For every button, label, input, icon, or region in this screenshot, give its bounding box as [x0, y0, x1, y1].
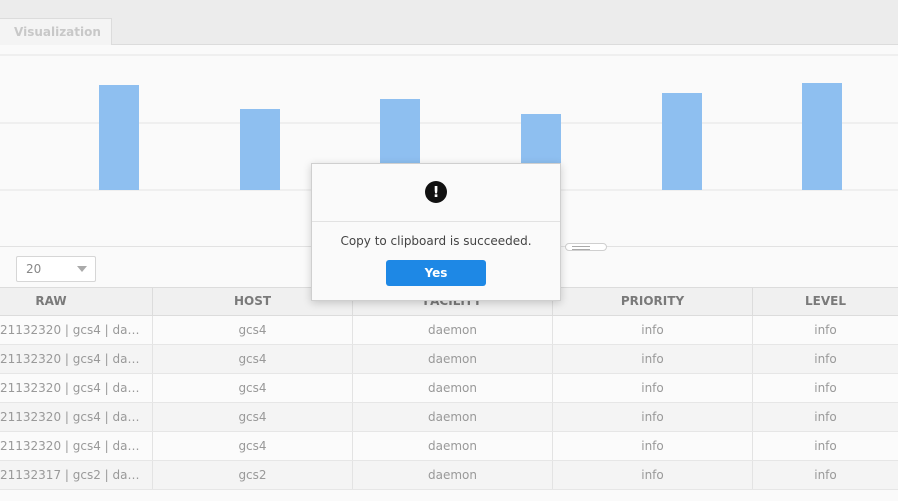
dialog-header: ! [312, 164, 560, 222]
cell-facility: daemon [353, 345, 553, 373]
cell-facility: daemon [353, 403, 553, 431]
chart-bar[interactable] [240, 109, 280, 190]
page-size-select[interactable]: 20 [16, 256, 96, 282]
cell-raw: 21132320 | gcs4 | daem… [0, 316, 153, 344]
cell-raw: 21132320 | gcs4 | daem… [0, 403, 153, 431]
cell-host: gcs4 [153, 403, 353, 431]
chevron-down-icon [77, 266, 87, 272]
table-row[interactable]: 21132320 | gcs4 | daem… gcs4 daemon info inf… [0, 403, 898, 432]
cell-level: info [814, 352, 837, 366]
table-row[interactable]: 21132320 | gcs4 | daem… gcs4 daemon info inf… [0, 345, 898, 374]
cell-priority: info [553, 345, 753, 373]
cell-priority: info [553, 461, 753, 489]
chart-bar[interactable] [99, 85, 139, 190]
log-table: RAW HOST FACILITY PRIORITY LEVEL 2113232… [0, 287, 898, 490]
cell-raw: 21132320 | gcs4 | daem… [0, 432, 153, 460]
cell-facility: daemon [353, 316, 553, 344]
cell-host: gcs4 [153, 345, 353, 373]
column-header-level[interactable]: LEVEL [753, 288, 898, 315]
cell-host: gcs4 [153, 316, 353, 344]
page-size-value: 20 [26, 262, 42, 276]
yes-button[interactable]: Yes [386, 260, 486, 286]
table-body: 21132320 | gcs4 | daem… gcs4 daemon info inf… [0, 316, 898, 490]
cell-priority: info [553, 374, 753, 402]
chart-bar[interactable] [802, 83, 842, 190]
cell-facility: daemon [353, 374, 553, 402]
chart-bar[interactable] [662, 93, 702, 190]
cell-level: info [814, 439, 837, 453]
cell-raw: 21132320 | gcs4 | daem… [0, 374, 153, 402]
cell-level: info [814, 323, 837, 337]
cell-level: info [814, 410, 837, 424]
chart-scroll-handle[interactable] [565, 243, 607, 251]
cell-raw: 21132320 | gcs4 | daem… [0, 345, 153, 373]
tab-strip: Visualization [0, 0, 898, 45]
table-row[interactable]: 21132317 | gcs2 | daem… gcs2 daemon info inf… [0, 461, 898, 490]
cell-host: gcs4 [153, 374, 353, 402]
cell-facility: daemon [353, 461, 553, 489]
dialog-message: Copy to clipboard is succeeded. [340, 234, 532, 248]
table-row[interactable]: 21132320 | gcs4 | daem… gcs4 daemon info inf… [0, 316, 898, 345]
cell-level: info [814, 468, 837, 482]
cell-priority: info [553, 403, 753, 431]
exclamation-icon: ! [425, 181, 447, 203]
table-row[interactable]: 21132320 | gcs4 | daem… gcs4 daemon info inf… [0, 432, 898, 461]
table-row[interactable]: 21132320 | gcs4 | daem… gcs4 daemon info inf… [0, 374, 898, 403]
tab-visualization[interactable]: Visualization [0, 18, 112, 45]
column-header-priority[interactable]: PRIORITY [553, 288, 753, 315]
cell-host: gcs2 [153, 461, 353, 489]
cell-facility: daemon [353, 432, 553, 460]
cell-priority: info [553, 316, 753, 344]
cell-host: gcs4 [153, 432, 353, 460]
column-header-raw[interactable]: RAW [0, 288, 153, 315]
alert-dialog: ! Copy to clipboard is succeeded. Yes [311, 163, 561, 301]
cell-raw: 21132317 | gcs2 | daem… [0, 461, 153, 489]
cell-priority: info [553, 432, 753, 460]
cell-level: info [814, 381, 837, 395]
